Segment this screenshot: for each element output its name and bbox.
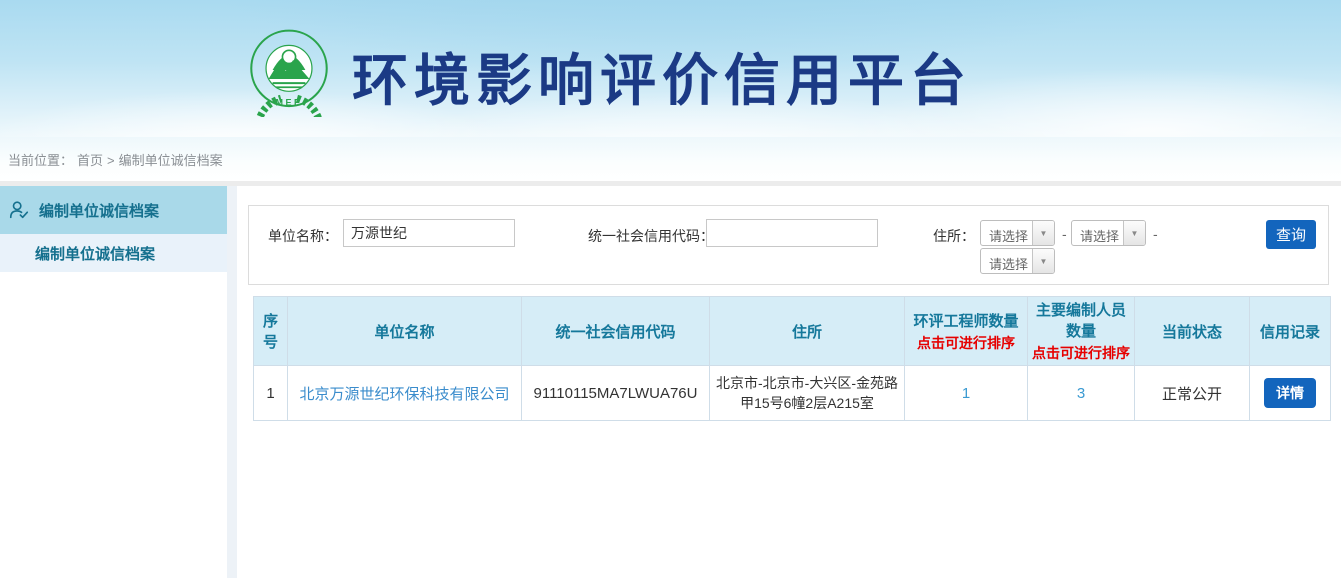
sidebar-item-archive-active[interactable]: 编制单位诚信档案 — [0, 186, 227, 234]
cell-status: 正常公开 — [1135, 366, 1250, 421]
engineer-count-header: 环评工程师数量 — [913, 313, 1018, 330]
site-title: 环境影响评价信用平台 — [352, 36, 972, 117]
breadcrumb-prefix: 当前位置： — [8, 153, 73, 168]
staff-count-link[interactable]: 3 — [1077, 385, 1085, 402]
results-table: 序号 单位名称 统一社会信用代码 住所 环评工程师数量 点击可进行排序 主要编制… — [253, 296, 1331, 421]
credit-code-input[interactable] — [706, 219, 878, 247]
col-staff-count-sortable[interactable]: 主要编制人员数量 点击可进行排序 — [1028, 297, 1135, 366]
chevron-down-icon[interactable]: ▼ — [1032, 249, 1054, 273]
breadcrumb-current: 编制单位诚信档案 — [119, 153, 223, 168]
breadcrumb-separator: > — [107, 153, 115, 168]
col-credit-code: 统一社会信用代码 — [522, 297, 710, 366]
address-dash-2: - — [1153, 226, 1158, 242]
page: MEE 环境影响评价信用平台 当前位置： 首页 > 编制单位诚信档案 编制单位诚信档案… — [0, 0, 1341, 578]
staff-count-header: 主要编制人员数量 — [1036, 302, 1126, 340]
unit-name-input[interactable] — [343, 219, 515, 247]
city-select-value: 请选择 — [1072, 221, 1123, 245]
district-select-value: 请选择 — [981, 249, 1032, 273]
mee-logo-icon: MEE — [248, 23, 330, 117]
col-address: 住所 — [710, 297, 905, 366]
sidebar-item-label: 编制单位诚信档案 — [39, 200, 159, 221]
col-company: 单位名称 — [288, 297, 522, 366]
company-link[interactable]: 北京万源世纪环保科技有限公司 — [299, 386, 509, 403]
col-engineer-count-sortable[interactable]: 环评工程师数量 点击可进行排序 — [905, 297, 1028, 366]
chevron-down-icon[interactable]: ▼ — [1123, 221, 1145, 245]
sidebar-subitem-archive[interactable]: 编制单位诚信档案 — [0, 234, 227, 272]
col-status: 当前状态 — [1135, 297, 1250, 366]
address-dash-1: - — [1062, 226, 1067, 242]
sidebar-subitem-label: 编制单位诚信档案 — [35, 243, 155, 264]
breadcrumb: 当前位置： 首页 > 编制单位诚信档案 — [8, 150, 227, 169]
cell-seq: 1 — [254, 366, 288, 421]
address-district-select[interactable]: 请选择 ▼ — [980, 248, 1055, 274]
logo-text: MEE — [276, 97, 303, 107]
sidebar-content-divider — [227, 186, 237, 578]
credit-code-label: 统一社会信用代码： — [588, 226, 714, 246]
breadcrumb-bar: 当前位置： 首页 > 编制单位诚信档案 — [0, 137, 1341, 181]
staff-sort-hint[interactable]: 点击可进行排序 — [1030, 343, 1132, 363]
col-seq: 序号 — [254, 297, 288, 366]
sidebar: 编制单位诚信档案 编制单位诚信档案 — [0, 186, 227, 578]
address-province-select[interactable]: 请选择 ▼ — [980, 220, 1055, 246]
site-header: MEE 环境影响评价信用平台 — [0, 0, 1341, 137]
col-credit-record: 信用记录 — [1250, 297, 1331, 366]
chevron-down-icon[interactable]: ▼ — [1032, 221, 1054, 245]
address-city-select[interactable]: 请选择 ▼ — [1071, 220, 1146, 246]
engineer-count-link[interactable]: 1 — [962, 385, 970, 402]
table-header-row: 序号 单位名称 统一社会信用代码 住所 环评工程师数量 点击可进行排序 主要编制… — [254, 297, 1331, 366]
address-label: 住所： — [933, 226, 975, 246]
engineer-sort-hint[interactable]: 点击可进行排序 — [907, 333, 1025, 353]
breadcrumb-home-link[interactable]: 首页 — [77, 153, 103, 168]
unit-name-label: 单位名称： — [268, 226, 338, 246]
query-button[interactable]: 查询 — [1266, 220, 1316, 249]
cell-credit-code: 91110115MA7LWUA76U — [522, 366, 710, 421]
table-row: 1 北京万源世纪环保科技有限公司 91110115MA7LWUA76U 北京市-… — [254, 366, 1331, 421]
detail-button[interactable]: 详情 — [1264, 378, 1316, 408]
cell-address: 北京市-北京市-大兴区-金苑路甲15号6幢2层A215室 — [710, 366, 905, 421]
user-check-icon — [8, 199, 30, 221]
province-select-value: 请选择 — [981, 221, 1032, 245]
